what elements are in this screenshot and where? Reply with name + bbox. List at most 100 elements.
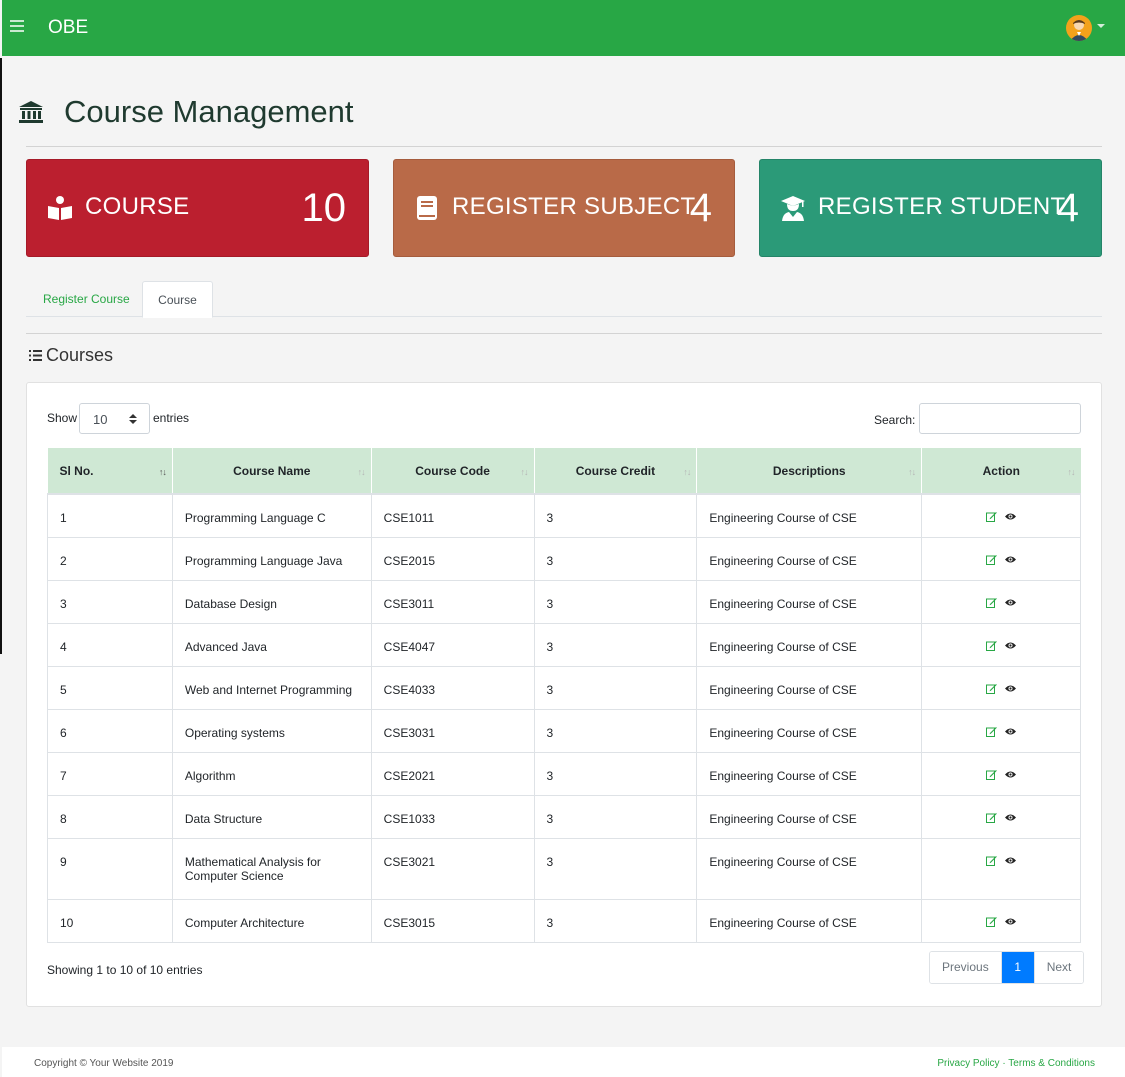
view-eye-icon[interactable] bbox=[1005, 597, 1017, 608]
stat-card-label: COURSE bbox=[85, 193, 190, 220]
edit-icon[interactable] bbox=[986, 511, 997, 523]
cell-course-credit: 3 bbox=[533, 898, 698, 943]
edit-icon[interactable] bbox=[986, 726, 997, 737]
stat-card-course[interactable]: COURSE 10 bbox=[26, 159, 369, 257]
stat-card-value: 4 bbox=[689, 186, 712, 230]
section-title: Courses bbox=[29, 345, 113, 366]
col-header-course-name[interactable]: Course Name ↑↓ bbox=[171, 448, 372, 495]
user-avatar-icon[interactable] bbox=[1066, 15, 1092, 41]
view-eye-icon[interactable] bbox=[1005, 855, 1017, 866]
footer: Copyright © Your Website 2019 Privacy Po… bbox=[2, 1047, 1125, 1077]
sort-icon: ↑↓ bbox=[908, 467, 916, 477]
cell-sl: 1 bbox=[47, 493, 173, 538]
page-1-button[interactable]: 1 bbox=[1001, 952, 1034, 983]
edit-icon[interactable] bbox=[986, 769, 997, 780]
sort-icon: ↑↓ bbox=[683, 467, 691, 477]
edit-icon[interactable] bbox=[986, 916, 997, 927]
cell-course-credit: 3 bbox=[533, 794, 698, 839]
cell-sl: 7 bbox=[47, 751, 173, 796]
courses-table-body: 1 Programming Language C CSE1011 3 Engineeri… bbox=[47, 493, 1081, 943]
table-row: 1 Programming Language C CSE1011 3 Engineeri… bbox=[47, 493, 1081, 538]
stat-card-value: 10 bbox=[301, 186, 347, 230]
cell-description: Engineering Course of CSE bbox=[696, 536, 923, 581]
tab-course[interactable]: Course bbox=[142, 281, 213, 318]
graduate-icon bbox=[781, 196, 805, 221]
table-row: 3 Database Design CSE3011 3 Engineering Cour… bbox=[47, 579, 1081, 624]
view-eye-icon[interactable] bbox=[1005, 554, 1017, 565]
col-header-action[interactable]: Action ↑↓ bbox=[921, 448, 1081, 495]
cell-course-code: CSE1033 bbox=[370, 794, 535, 839]
cell-course-name: Computer Architecture bbox=[171, 898, 372, 943]
cell-action bbox=[921, 794, 1081, 839]
cell-course-code: CSE3011 bbox=[370, 579, 535, 624]
entries-label: entries bbox=[153, 411, 190, 425]
cell-action bbox=[921, 622, 1081, 667]
cell-course-code: CSE3031 bbox=[370, 708, 535, 753]
view-eye-icon[interactable] bbox=[1005, 640, 1017, 651]
edit-icon[interactable] bbox=[986, 812, 997, 823]
cell-course-name: Operating systems bbox=[171, 708, 372, 753]
cell-course-code: CSE2015 bbox=[370, 536, 535, 581]
cell-course-name: Programming Language C bbox=[171, 493, 372, 538]
cell-description: Engineering Course of CSE bbox=[696, 622, 923, 667]
page-title: Course Management bbox=[18, 90, 354, 134]
previous-page-button[interactable]: Previous bbox=[930, 952, 1002, 983]
edit-icon[interactable] bbox=[986, 855, 997, 866]
courses-table: Sl No. ↑↓ Course Name ↑↓ Course Code ↑↓ Cou… bbox=[47, 448, 1081, 943]
hamburger-icon[interactable] bbox=[10, 20, 24, 34]
page-length-select[interactable]: 10 bbox=[79, 403, 150, 434]
stat-card-register-student[interactable]: REGISTER STUDENT 4 bbox=[759, 159, 1102, 257]
table-row: 2 Programming Language Java CSE2015 3 Engine… bbox=[47, 536, 1081, 581]
col-header-sl[interactable]: Sl No. ↑↓ bbox=[47, 448, 173, 495]
view-eye-icon[interactable] bbox=[1005, 916, 1017, 927]
section-divider bbox=[26, 333, 1102, 334]
sort-icon: ↑↓ bbox=[357, 467, 366, 477]
cell-action bbox=[921, 751, 1081, 796]
cell-course-code: CSE2021 bbox=[370, 751, 535, 796]
cell-course-credit: 3 bbox=[533, 579, 698, 624]
cell-sl: 4 bbox=[47, 622, 173, 667]
footer-links: Privacy Policy · Terms & Conditions bbox=[937, 1058, 1095, 1069]
next-page-button[interactable]: Next bbox=[1033, 952, 1084, 983]
col-header-course-credit[interactable]: Course Credit ↑↓ bbox=[533, 448, 697, 495]
user-menu-caret-icon[interactable] bbox=[1097, 24, 1105, 28]
pagination: Previous 1 Next bbox=[929, 951, 1085, 984]
tab-register-course[interactable]: Register Course bbox=[27, 281, 146, 317]
edit-icon[interactable] bbox=[986, 597, 997, 608]
view-eye-icon[interactable] bbox=[1005, 769, 1017, 780]
view-eye-icon[interactable] bbox=[1005, 812, 1017, 823]
cell-course-name: Web and Internet Programming bbox=[171, 665, 372, 710]
stat-card-register-subject[interactable]: REGISTER SUBJECT 4 bbox=[393, 159, 735, 257]
view-eye-icon[interactable] bbox=[1005, 683, 1017, 694]
course-tabs: Register Course Course bbox=[26, 281, 1102, 318]
cell-sl: 8 bbox=[47, 794, 173, 839]
cell-course-code: CSE3021 bbox=[370, 837, 535, 900]
edit-icon[interactable] bbox=[986, 554, 997, 565]
page-length-value: 10 bbox=[93, 412, 108, 427]
cell-course-credit: 3 bbox=[533, 837, 698, 900]
sort-icon: ↑↓ bbox=[1067, 467, 1076, 477]
cell-action bbox=[921, 665, 1081, 710]
col-header-descriptions[interactable]: Descriptions ↑↓ bbox=[696, 448, 922, 495]
edit-icon[interactable] bbox=[986, 640, 997, 651]
terms-link[interactable]: Terms & Conditions bbox=[1008, 1058, 1095, 1069]
col-header-course-code[interactable]: Course Code ↑↓ bbox=[370, 448, 535, 495]
cell-course-credit: 3 bbox=[533, 493, 698, 538]
cell-course-credit: 3 bbox=[533, 708, 698, 753]
brand-logo-text[interactable]: OBE bbox=[48, 17, 88, 39]
cell-course-name: Algorithm bbox=[171, 751, 372, 796]
list-icon bbox=[29, 350, 42, 361]
privacy-policy-link[interactable]: Privacy Policy bbox=[937, 1058, 999, 1069]
courses-panel: Show 10 entries Search: Sl No. ↑↓ Course … bbox=[26, 382, 1102, 1007]
cell-action bbox=[921, 579, 1081, 624]
cell-description: Engineering Course of CSE bbox=[696, 708, 923, 753]
view-eye-icon[interactable] bbox=[1005, 511, 1017, 522]
cell-sl: 6 bbox=[47, 708, 173, 753]
cell-course-credit: 3 bbox=[533, 622, 698, 667]
edit-icon[interactable] bbox=[986, 683, 997, 694]
bank-building-icon bbox=[19, 101, 43, 123]
search-input[interactable] bbox=[919, 403, 1081, 434]
stat-card-value: 4 bbox=[1056, 186, 1079, 230]
cell-description: Engineering Course of CSE bbox=[696, 837, 923, 900]
view-eye-icon[interactable] bbox=[1005, 726, 1017, 737]
